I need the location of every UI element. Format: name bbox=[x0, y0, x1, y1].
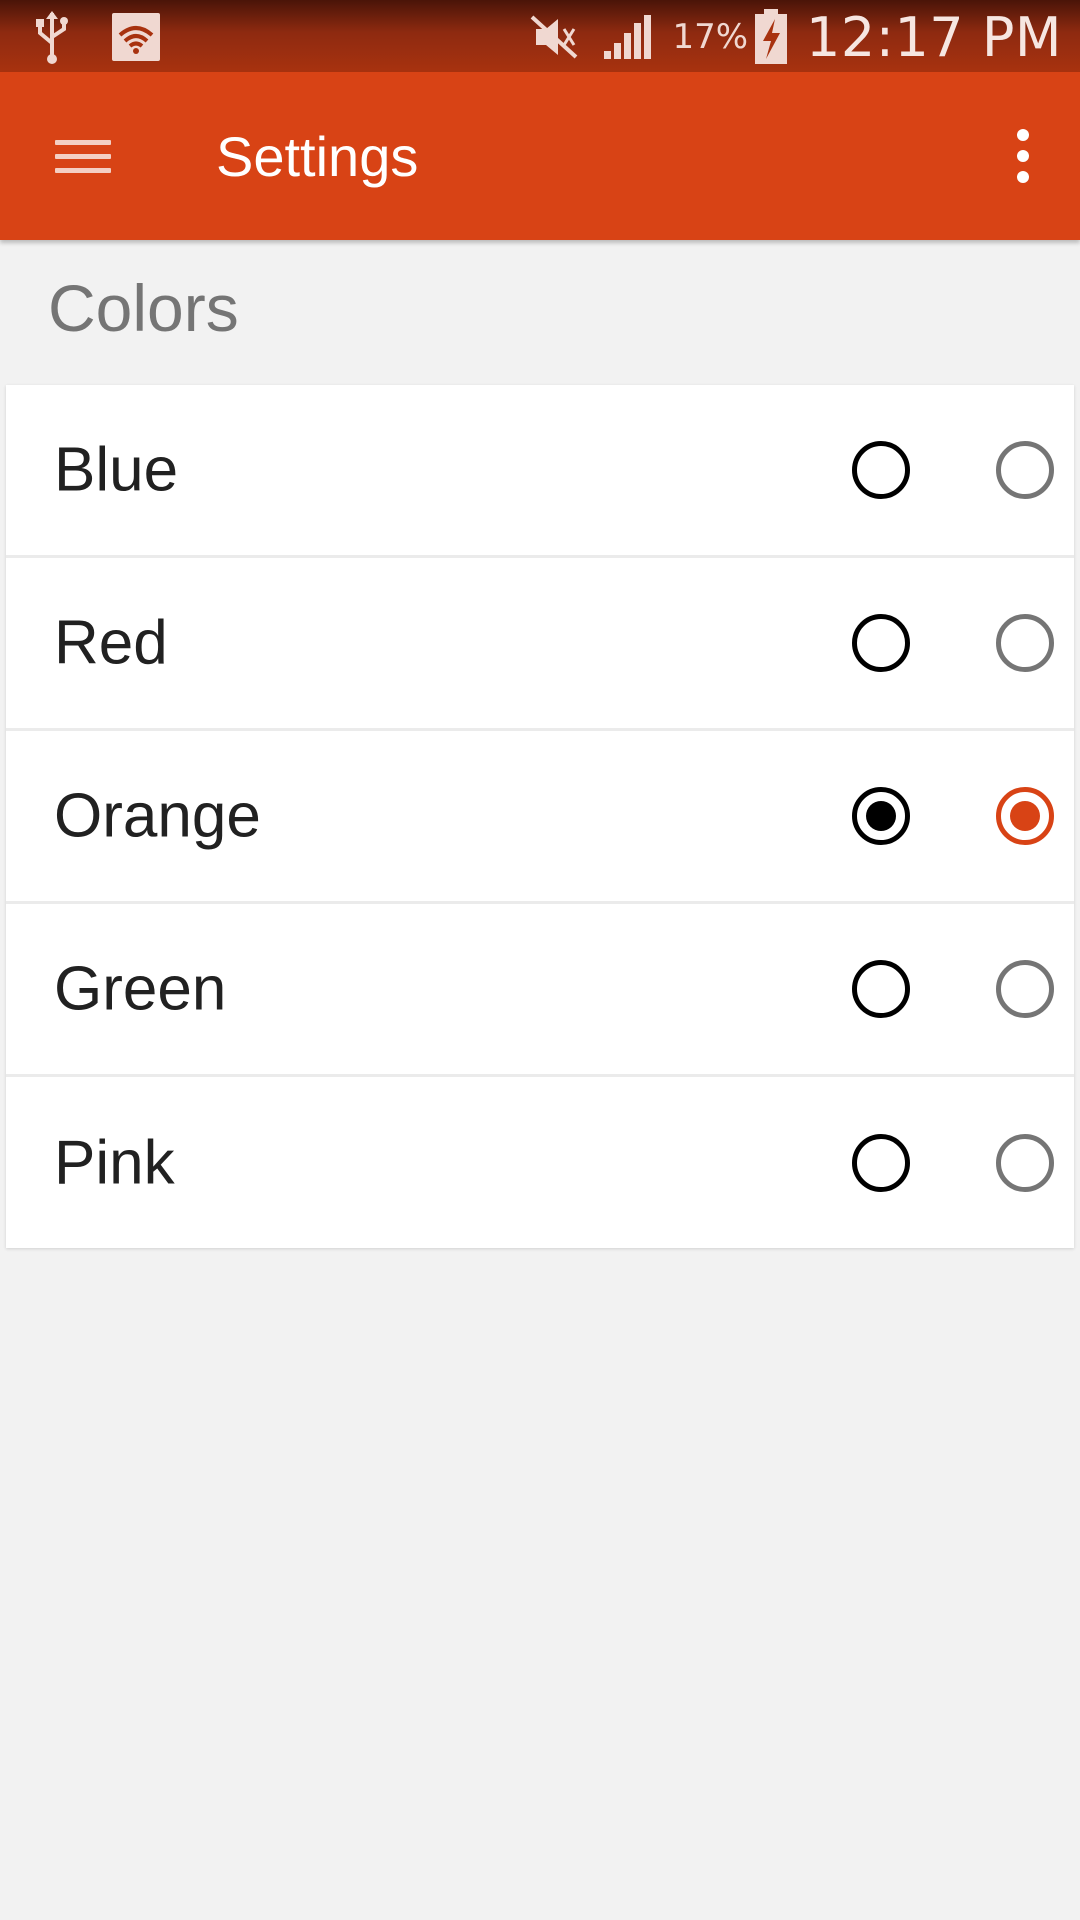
status-bar: 17% 12:17 PM bbox=[0, 0, 1080, 72]
status-right-icons: 17% 12:17 PM bbox=[530, 5, 1062, 69]
overflow-menu-button[interactable] bbox=[988, 116, 1058, 196]
radio-black-red[interactable] bbox=[852, 614, 910, 672]
list-item-orange[interactable]: Orange bbox=[6, 731, 1074, 904]
status-time: 12:17 PM bbox=[806, 5, 1062, 69]
signal-icon bbox=[602, 13, 652, 61]
radio-accent-pink[interactable] bbox=[996, 1133, 1054, 1192]
app-bar: Settings bbox=[0, 72, 1080, 240]
radio-accent-red[interactable] bbox=[996, 614, 1054, 672]
page-title: Settings bbox=[216, 125, 419, 188]
list-item-pink[interactable]: Pink bbox=[6, 1077, 1074, 1248]
option-label: Red bbox=[54, 608, 168, 678]
status-left-icons bbox=[32, 9, 160, 65]
color-options-list: Blue Red Orange Green Pink bbox=[6, 385, 1074, 1248]
option-label: Green bbox=[54, 954, 227, 1024]
option-label: Orange bbox=[54, 781, 261, 851]
section-title: Colors bbox=[48, 271, 239, 345]
usb-icon bbox=[32, 9, 72, 65]
radio-black-orange[interactable] bbox=[852, 787, 910, 845]
list-item-red[interactable]: Red bbox=[6, 558, 1074, 731]
battery-percent: 17% bbox=[672, 17, 749, 57]
wifi-icon bbox=[112, 13, 160, 61]
list-item-green[interactable]: Green bbox=[6, 904, 1074, 1077]
option-label: Pink bbox=[54, 1128, 175, 1197]
hamburger-menu-icon[interactable] bbox=[55, 131, 111, 182]
radio-accent-orange[interactable] bbox=[996, 787, 1054, 845]
list-item-blue[interactable]: Blue bbox=[6, 385, 1074, 558]
radio-black-blue[interactable] bbox=[852, 441, 910, 499]
radio-black-green[interactable] bbox=[852, 960, 910, 1018]
radio-accent-blue[interactable] bbox=[996, 441, 1054, 499]
radio-black-pink[interactable] bbox=[852, 1133, 910, 1192]
more-vert-icon[interactable] bbox=[1017, 129, 1029, 183]
option-label: Blue bbox=[54, 435, 179, 505]
radio-accent-green[interactable] bbox=[996, 960, 1054, 1018]
mute-icon bbox=[530, 15, 580, 59]
battery-charging-icon bbox=[754, 9, 788, 65]
navigation-menu-button[interactable] bbox=[38, 116, 128, 196]
